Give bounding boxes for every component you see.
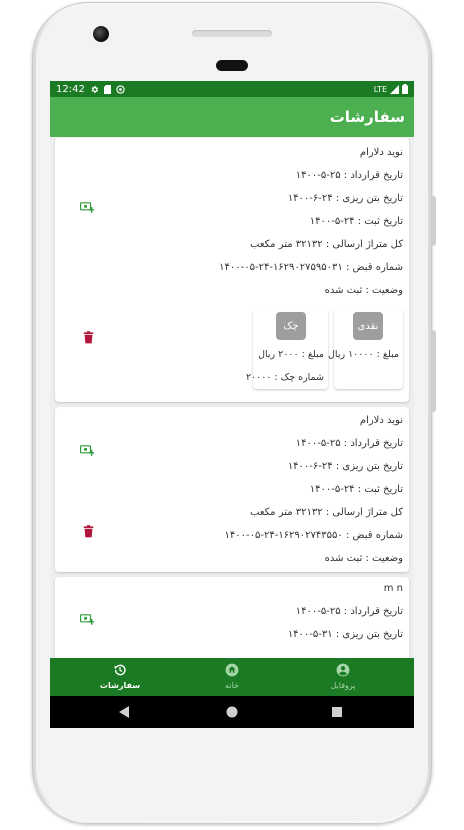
page-title: سفارشات	[329, 108, 405, 126]
volume-button	[431, 196, 436, 246]
pour-date: تاریخ بتن ریزی : ۳۱-۵-۱۴۰۰	[287, 629, 403, 640]
order-card[interactable]: نوید دلارام تاریخ قرارداد : ۲۵-۵-۱۴۰۰ تا…	[55, 138, 409, 402]
pour-date: تاریخ بتن ریزی : ۲۴-۶-۱۴۰۰	[287, 461, 403, 472]
sync-icon	[116, 84, 125, 94]
order-status: وضعیت : ثبت شده	[324, 553, 403, 564]
contract-date: تاریخ قرارداد : ۲۵-۵-۱۴۰۰	[295, 438, 403, 449]
signal-icon	[390, 84, 399, 94]
app-bar: سفارشات	[50, 97, 414, 137]
front-camera	[93, 26, 109, 42]
battery-icon	[402, 84, 408, 94]
nav-label: سفارشات	[99, 681, 141, 690]
total-volume: کل متراژ ارسالی : ۳۲۱۳۲ متر مکعب	[250, 239, 403, 250]
recents-icon[interactable]	[332, 707, 342, 717]
order-card[interactable]: نوید دلارام تاریخ قرارداد : ۲۵-۵-۱۴۰۰ تا…	[55, 407, 409, 572]
payment-type-chip: چک	[276, 312, 306, 340]
total-volume: کل متراژ ارسالی : ۳۲۱۳۲ متر مکعب	[250, 507, 403, 518]
customer-name: نوید دلارام	[359, 147, 403, 158]
home-button-icon[interactable]	[226, 706, 238, 718]
settings-icon	[91, 85, 98, 93]
payment-type-chip: نقدی	[353, 312, 383, 340]
power-button	[431, 330, 436, 412]
nav-label: خانه	[225, 681, 239, 690]
add-payment-icon[interactable]	[80, 202, 94, 213]
register-date: تاریخ ثبت : ۲۴-۵-۱۴۰۰	[309, 216, 403, 227]
nav-orders[interactable]: سفارشات	[75, 658, 165, 696]
payment-cash: نقدی مبلغ : ۱۰۰۰۰ ریال	[328, 308, 403, 389]
payment-amount: مبلغ : ۲۰۰۰ ریال	[258, 349, 324, 360]
sd-card-icon	[103, 84, 111, 94]
screen: 12:42 LTE سفارشات نوید دلارام تاریخ قرار…	[50, 81, 414, 728]
status-bar: 12:42 LTE	[50, 81, 414, 97]
back-icon[interactable]	[119, 706, 130, 718]
receipt-number: شماره قبض : ۱۶۲۹۰۲۷۴۳۵۵۰-۲۴-۰۵-۱۴۰۰	[224, 530, 404, 541]
orders-list[interactable]: نوید دلارام تاریخ قرارداد : ۲۵-۵-۱۴۰۰ تا…	[50, 137, 414, 658]
order-card[interactable]: m n تاریخ قرارداد : ۲۵-۵-۱۴۰۰ تاریخ بتن …	[55, 577, 409, 658]
delete-icon[interactable]	[83, 525, 94, 538]
network-type: LTE	[373, 84, 387, 94]
system-navigation-bar	[50, 696, 414, 728]
bottom-navigation: سفارشات خانه پروفایل	[50, 658, 414, 696]
pour-date: تاریخ بتن ریزی : ۲۴-۶-۱۴۰۰	[287, 193, 403, 204]
proximity-sensor	[216, 60, 248, 71]
customer-name: نوید دلارام	[359, 415, 403, 426]
nav-profile[interactable]: پروفایل	[298, 658, 388, 696]
delete-icon[interactable]	[83, 331, 94, 344]
payment-check: چک مبلغ : ۲۰۰۰ ریال شماره چک : ۲۰۰۰۰	[246, 308, 328, 389]
add-payment-icon[interactable]	[80, 614, 94, 625]
register-date: تاریخ ثبت : ۲۴-۵-۱۴۰۰	[309, 484, 403, 495]
contract-date: تاریخ قرارداد : ۲۵-۵-۱۴۰۰	[295, 606, 403, 617]
receipt-number: شماره قبض : ۱۶۲۹۰۲۷۵۹۵۰۳۱-۲۴-۰۵-۱۴۰۰	[219, 262, 403, 273]
order-status: وضعیت : ثبت شده	[324, 285, 403, 296]
nav-home[interactable]: خانه	[187, 658, 277, 696]
payment-amount: مبلغ : ۱۰۰۰۰ ریال	[328, 349, 399, 360]
earpiece	[192, 30, 272, 37]
nav-label: پروفایل	[330, 681, 356, 690]
home-icon	[225, 663, 239, 677]
contract-date: تاریخ قرارداد : ۲۵-۵-۱۴۰۰	[295, 170, 403, 181]
status-time: 12:42	[56, 83, 85, 95]
customer-name: m n	[383, 583, 403, 594]
account-icon	[336, 663, 350, 677]
history-icon	[114, 664, 126, 676]
add-payment-icon[interactable]	[80, 445, 94, 456]
check-number: شماره چک : ۲۰۰۰۰	[245, 372, 324, 383]
